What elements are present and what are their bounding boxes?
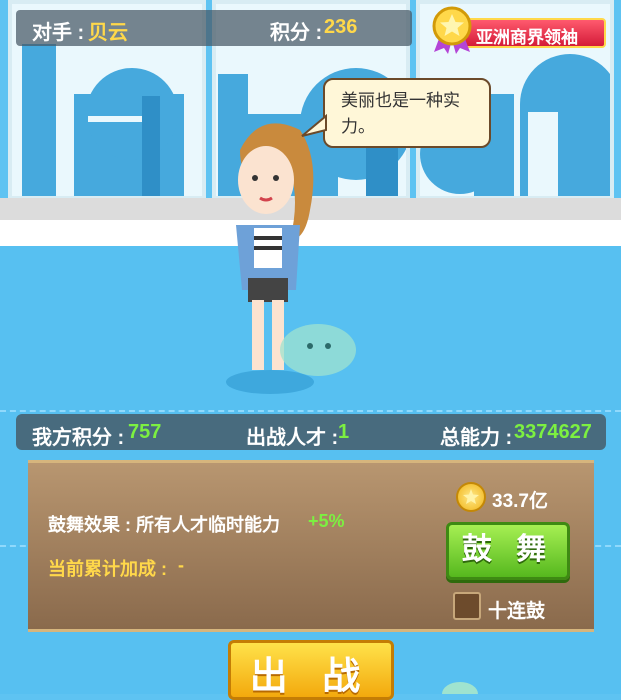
ten-cheer-checkbox[interactable] [453, 592, 481, 620]
opponent-name: 贝云 [88, 22, 128, 44]
bonus-value: - [178, 555, 184, 575]
score-value: 236 [324, 16, 358, 38]
floor-dash-1 [0, 410, 621, 412]
score-label: 积分 : [270, 22, 323, 44]
effect-value: +5% [308, 511, 345, 531]
ghost-peek-icon [442, 682, 478, 694]
effect-label: 鼓舞效果 : 所有人才临时能力 [48, 515, 280, 535]
cheer-button[interactable]: 鼓 舞 [446, 522, 570, 580]
speech-text: 美丽也是一种实力。 [341, 91, 460, 137]
character-avatar [226, 123, 356, 394]
rank-badge[interactable]: 亚洲商界领袖 [430, 6, 608, 54]
stats-bar: 我方积分 : 757 出战人才 : 1 总能力 : 3374627 [16, 414, 606, 450]
my-score-label: 我方积分 : [32, 427, 125, 449]
star-medal-icon [432, 6, 472, 54]
power-label: 总能力 : [440, 427, 513, 449]
ten-cheer-label: 十连鼓 [488, 601, 546, 622]
battle-button[interactable]: 出 战 [228, 640, 394, 700]
opponent-label: 对手 : [32, 22, 85, 44]
talent-value: 1 [338, 421, 350, 443]
power-value: 3374627 [514, 421, 592, 443]
rank-ribbon: 亚洲商界领袖 [458, 18, 606, 48]
gold-coin-icon [456, 482, 486, 512]
speech-tail [301, 114, 327, 137]
cheer-button-label: 鼓 舞 [461, 533, 555, 566]
speech-bubble: 美丽也是一种实力。 [323, 78, 491, 148]
battle-button-label: 出 战 [249, 656, 373, 698]
rank-title: 亚洲商界领袖 [476, 28, 578, 47]
cheer-cost: 33.7亿 [492, 491, 548, 512]
my-score-value: 757 [128, 421, 162, 443]
talent-label: 出战人才 : [246, 427, 339, 449]
top-info-bar: 对手 : 贝云 积分 : 236 [16, 10, 412, 46]
bonus-label: 当前累计加成 : [48, 559, 167, 579]
